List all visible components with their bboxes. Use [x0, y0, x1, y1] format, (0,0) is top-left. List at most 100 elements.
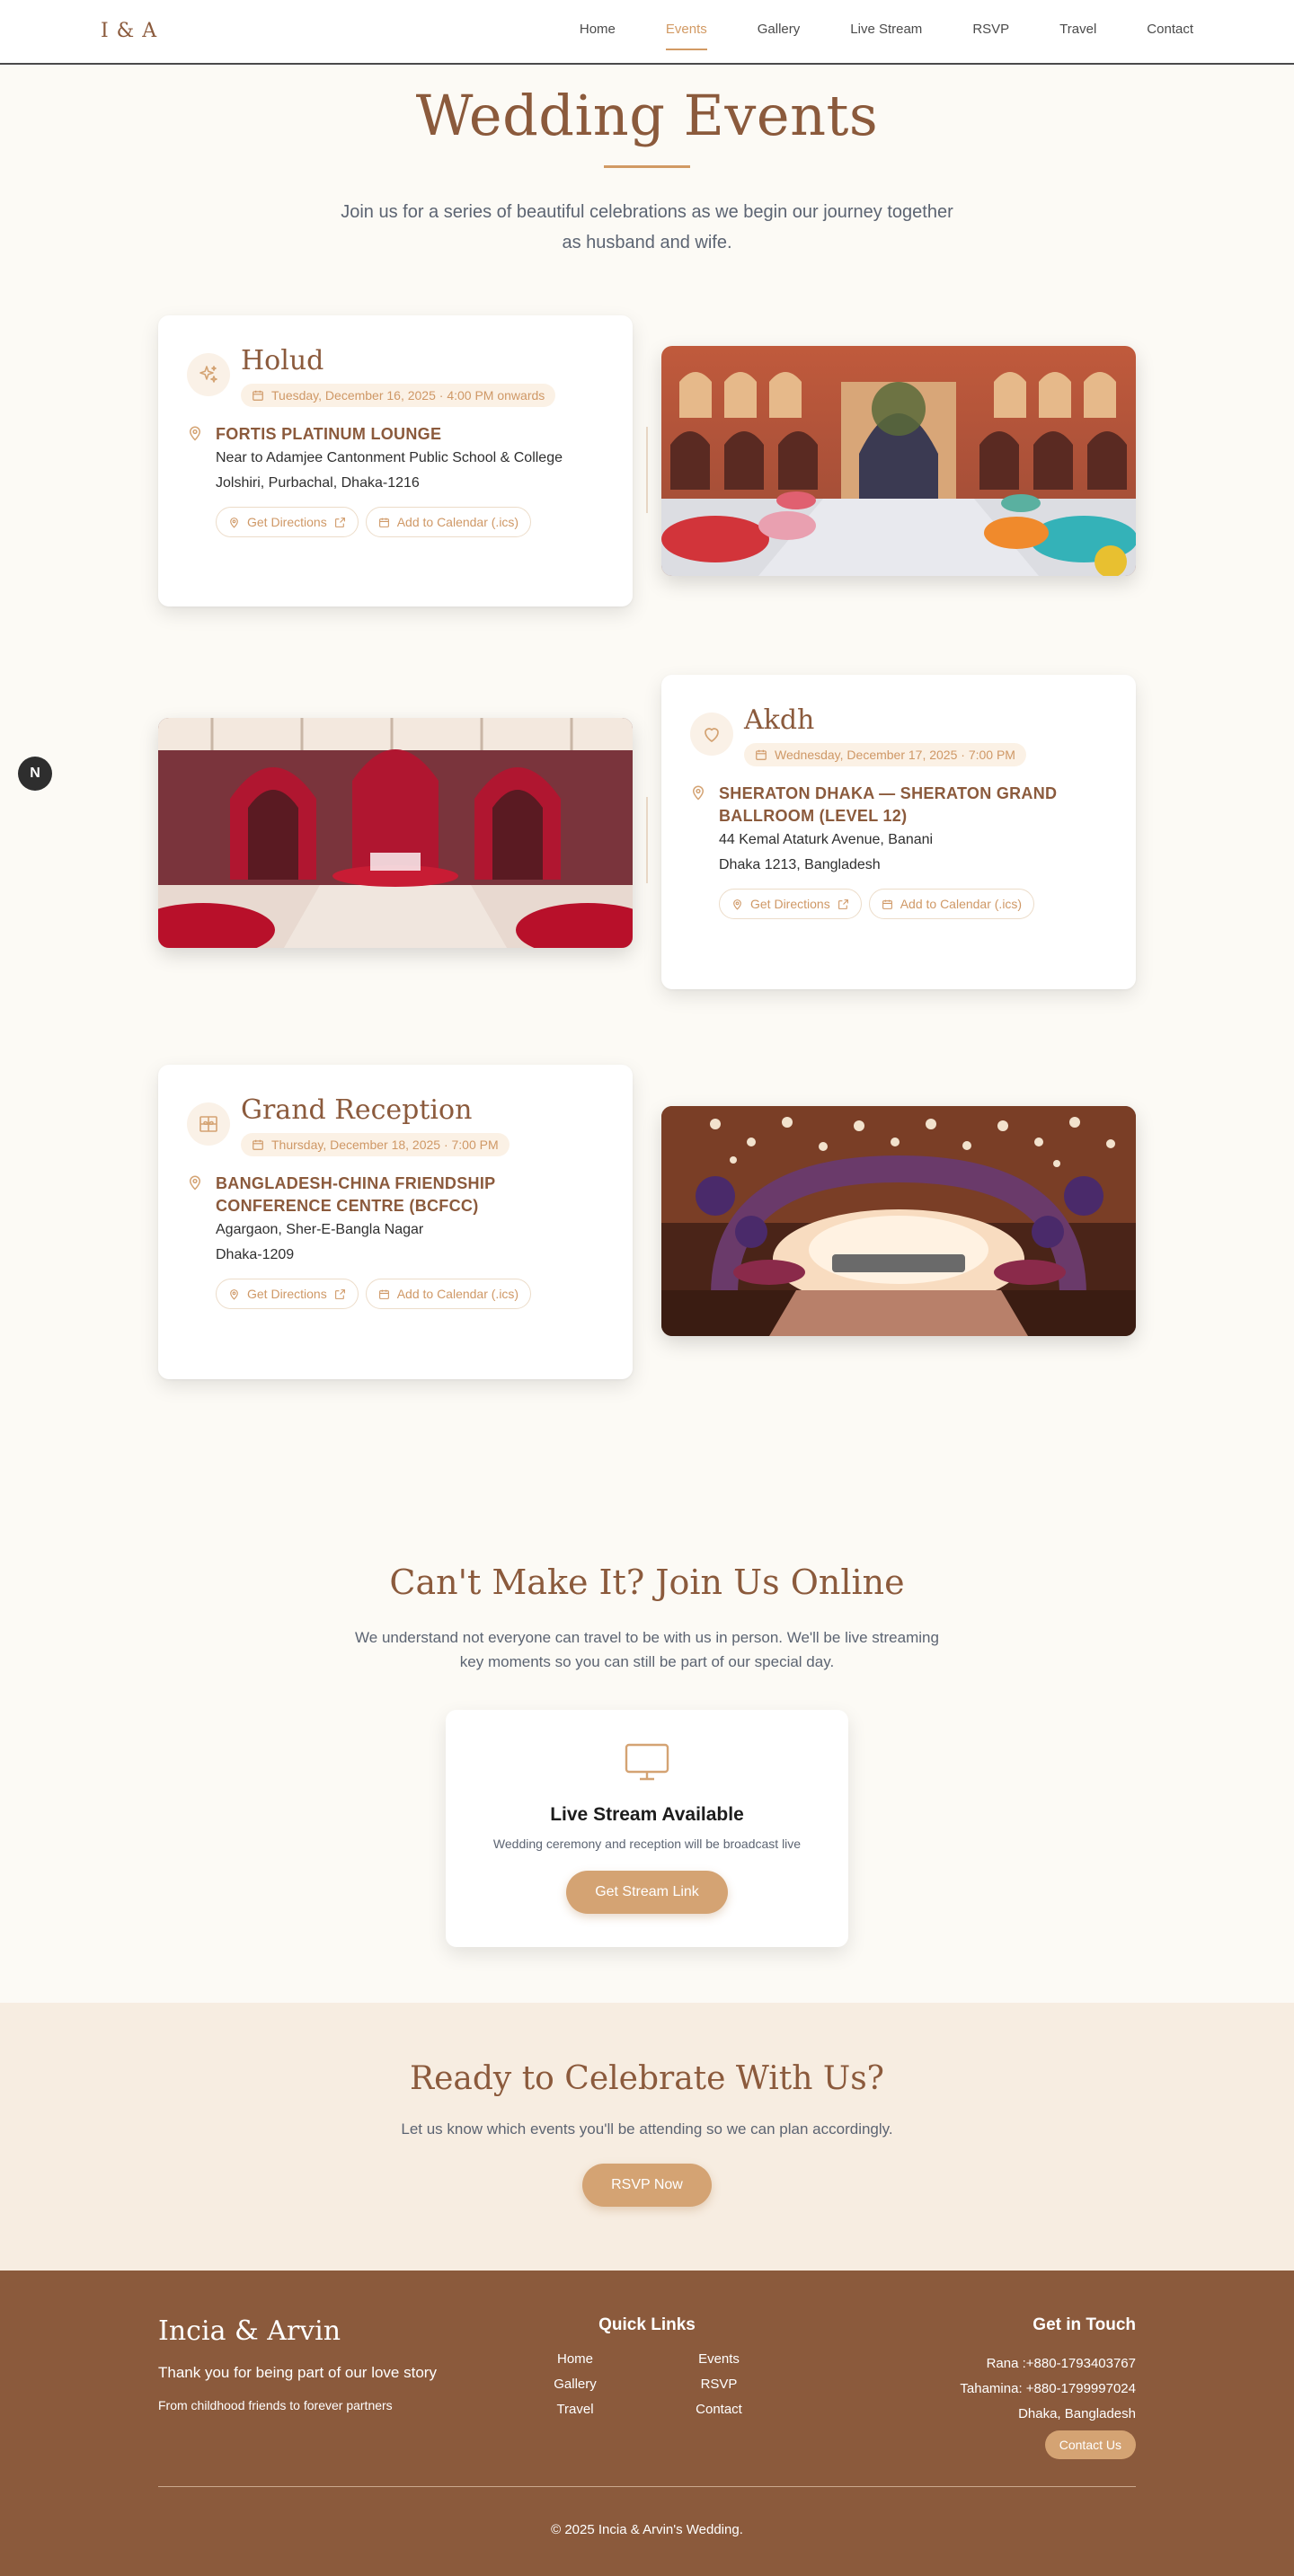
footer-link-contact[interactable]: Contact	[647, 2402, 791, 2417]
footer-link-home[interactable]: Home	[503, 2351, 647, 2367]
event-venue: SHERATON DHAKA — SHERATON GRAND BALLROOM…	[690, 783, 1107, 920]
quick-links: Home Events Gallery RSVP Travel Contact	[503, 2351, 791, 2417]
external-link-icon	[334, 1288, 345, 1299]
event-date-badge: Thursday, December 18, 2025 · 7:00 PM	[241, 1133, 510, 1157]
map-pin-icon	[733, 899, 741, 910]
event-venue: BANGLADESH-CHINA FRIENDSHIP CONFERENCE C…	[187, 1173, 604, 1310]
event-card: Akdh Wednesday, December 17, 2025 · 7:00…	[661, 675, 1136, 990]
copyright: © 2025 Incia & Arvin's Wedding.	[551, 2522, 743, 2538]
add-to-calendar-button[interactable]: Add to Calendar (.ics)	[365, 507, 532, 538]
get-directions-label: Get Directions	[247, 515, 327, 530]
add-to-calendar-label: Add to Calendar (.ics)	[900, 897, 1023, 912]
event-card: Grand Reception Thursday, December 18, 2…	[158, 1065, 633, 1380]
event-title: Holud	[241, 345, 324, 377]
contact-phone-rana: Rana :+880-1793403767	[986, 2356, 1136, 2372]
venue-name: SHERATON DHAKA — SHERATON GRAND BALLROOM…	[719, 784, 1058, 826]
main-nav: Home Events Gallery Live Stream RSVP Tra…	[554, 22, 1193, 50]
nav-contact[interactable]: Contact	[1121, 22, 1193, 50]
nav-gallery[interactable]: Gallery	[732, 22, 826, 50]
event-venue: FORTIS PLATINUM LOUNGE Near to Adamjee C…	[187, 423, 604, 538]
page-subtitle: Join us for a series of beautiful celebr…	[341, 202, 953, 253]
map-pin-icon	[189, 1175, 201, 1191]
sparkles-icon	[187, 353, 230, 397]
add-to-calendar-label: Add to Calendar (.ics)	[396, 1287, 519, 1302]
get-stream-link-button[interactable]: Get Stream Link	[566, 1871, 728, 1915]
site-logo[interactable]: I & A	[101, 20, 157, 42]
nav-home[interactable]: Home	[554, 22, 641, 50]
gift-icon	[187, 1102, 230, 1146]
title-underline	[604, 165, 690, 169]
calendar-icon	[378, 518, 389, 527]
footer-divider	[158, 2486, 1136, 2488]
hero-section: Wedding Events Join us for a series of b…	[0, 65, 1294, 258]
timeline-divider	[646, 797, 648, 884]
get-directions-label: Get Directions	[247, 1287, 327, 1302]
calendar-icon	[253, 1140, 263, 1151]
event-holud: Holud Tuesday, December 16, 2025 · 4:00 …	[158, 315, 1136, 651]
footer-brand: Incia & Arvin	[158, 2315, 341, 2348]
nav-travel[interactable]: Travel	[1034, 22, 1121, 50]
calendar-icon	[378, 1289, 389, 1299]
contact-phone-tahamina: Tahamina: +880-1799997024	[960, 2381, 1136, 2397]
footer-link-gallery[interactable]: Gallery	[503, 2377, 647, 2392]
footer-link-events[interactable]: Events	[647, 2351, 791, 2367]
get-directions-button[interactable]: Get Directions	[216, 1279, 359, 1310]
event-title: Akdh	[744, 704, 815, 737]
live-stream-title: Can't Make It? Join Us Online	[389, 1562, 905, 1603]
event-grand-reception: Grand Reception Thursday, December 18, 2…	[158, 1065, 1136, 1415]
map-pin-icon	[189, 426, 201, 441]
calendar-icon	[253, 391, 263, 402]
venue-name: BANGLADESH-CHINA FRIENDSHIP CONFERENCE C…	[216, 1174, 496, 1216]
live-stream-section: Can't Make It? Join Us Online We underst…	[0, 1438, 1294, 2004]
venue-address-line: 44 Kemal Ataturk Avenue, Banani	[719, 832, 934, 848]
add-to-calendar-button[interactable]: Add to Calendar (.ics)	[868, 889, 1035, 920]
get-in-touch-title: Get in Touch	[1033, 2315, 1136, 2335]
map-pin-icon	[230, 517, 238, 528]
footer-contacts: Rana :+880-1793403767 Tahamina: +880-179…	[960, 2351, 1136, 2427]
external-link-icon	[838, 899, 848, 909]
get-directions-button[interactable]: Get Directions	[719, 889, 862, 920]
venue-name: FORTIS PLATINUM LOUNGE	[216, 425, 442, 444]
rsvp-subtitle: Let us know which events you'll be atten…	[401, 2120, 893, 2138]
venue-address-line: Near to Adamjee Cantonment Public School…	[216, 450, 563, 466]
live-stream-card: Live Stream Available Wedding ceremony a…	[446, 1710, 848, 1948]
add-to-calendar-button[interactable]: Add to Calendar (.ics)	[365, 1279, 532, 1310]
calendar-icon	[882, 899, 892, 909]
quick-links-title: Quick Links	[598, 2315, 696, 2335]
rsvp-section: Ready to Celebrate With Us? Let us know …	[0, 2003, 1294, 2271]
footer-thanks: Thank you for being part of our love sto…	[158, 2364, 437, 2382]
monitor-icon	[625, 1744, 669, 1781]
site-header: I & A Home Events Gallery Live Stream RS…	[0, 0, 1294, 65]
event-date: Thursday, December 18, 2025 · 7:00 PM	[271, 1138, 499, 1153]
event-date-badge: Wednesday, December 17, 2025 · 7:00 PM	[744, 743, 1026, 767]
live-stream-subtitle: We understand not everyone can travel to…	[355, 1629, 939, 1671]
get-directions-button[interactable]: Get Directions	[216, 507, 359, 538]
timeline-divider	[646, 427, 648, 514]
heart-icon	[690, 713, 733, 757]
footer-link-rsvp[interactable]: RSVP	[647, 2377, 791, 2392]
rsvp-now-button[interactable]: RSVP Now	[582, 2164, 712, 2208]
events-list: Holud Tuesday, December 16, 2025 · 4:00 …	[158, 315, 1136, 1415]
rsvp-title: Ready to Celebrate With Us?	[410, 2060, 884, 2098]
venue-address-line: Jolshiri, Purbachal, Dhaka-1216	[216, 475, 420, 491]
akdh-venue-image	[158, 718, 633, 949]
calendar-icon	[756, 750, 767, 761]
footer-tagline: From childhood friends to forever partne…	[158, 2398, 393, 2413]
event-card: Holud Tuesday, December 16, 2025 · 4:00 …	[158, 315, 633, 607]
add-to-calendar-label: Add to Calendar (.ics)	[396, 515, 519, 530]
nav-rsvp[interactable]: RSVP	[947, 22, 1034, 50]
venue-address-line: Agargaon, Sher-E-Bangla Nagar	[216, 1222, 424, 1238]
chat-fab-button[interactable]: N	[18, 757, 52, 791]
event-title: Grand Reception	[241, 1094, 473, 1127]
event-akdh: Akdh Wednesday, December 17, 2025 · 7:00…	[158, 675, 1136, 1022]
map-pin-icon	[692, 785, 705, 801]
nav-live-stream[interactable]: Live Stream	[825, 22, 947, 50]
get-directions-label: Get Directions	[750, 897, 830, 912]
venue-address-line: Dhaka-1209	[216, 1247, 295, 1263]
contact-us-button[interactable]: Contact Us	[1044, 2430, 1136, 2460]
site-footer: Incia & Arvin Thank you for being part o…	[0, 2271, 1294, 2576]
nav-events[interactable]: Events	[641, 22, 732, 50]
event-date-badge: Tuesday, December 16, 2025 · 4:00 PM onw…	[241, 384, 556, 408]
event-date: Tuesday, December 16, 2025 · 4:00 PM onw…	[271, 388, 545, 403]
footer-link-travel[interactable]: Travel	[503, 2402, 647, 2417]
